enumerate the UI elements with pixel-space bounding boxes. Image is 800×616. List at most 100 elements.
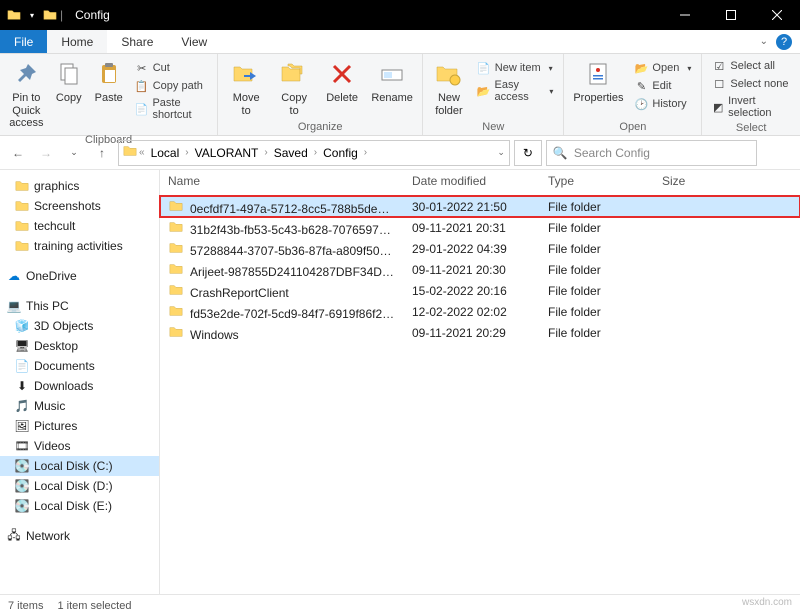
sidebar-item[interactable]: graphics bbox=[0, 176, 159, 196]
breadcrumb[interactable]: VALORANT bbox=[191, 146, 263, 160]
rename-button[interactable]: Rename bbox=[368, 56, 416, 107]
properties-button[interactable]: Properties bbox=[570, 56, 626, 107]
addressbar[interactable]: « Local› VALORANT› Saved› Config› ⌄ bbox=[118, 140, 510, 166]
file-name: 0ecfdf71-497a-5712-8cc5-788b5de9652... bbox=[190, 202, 404, 216]
table-row[interactable]: fd53e2de-702f-5cd9-84f7-6919f86f2ff0-...… bbox=[160, 301, 800, 322]
easy-access-button[interactable]: 📂Easy access▾ bbox=[473, 78, 558, 104]
folder-icon bbox=[14, 198, 30, 214]
tab-file[interactable]: File bbox=[0, 30, 47, 53]
column-name[interactable]: Name bbox=[160, 170, 404, 195]
file-type: File folder bbox=[540, 221, 654, 235]
sidebar-item[interactable]: ⬇Downloads bbox=[0, 376, 159, 396]
sidebar-onedrive[interactable]: ☁OneDrive bbox=[0, 266, 159, 286]
back-button[interactable]: ← bbox=[6, 141, 30, 165]
pin-icon bbox=[10, 58, 42, 90]
dropdown-icon[interactable]: ⌄ bbox=[497, 147, 505, 158]
pictures-icon: 🖼 bbox=[14, 418, 30, 434]
sidebar-item[interactable]: 🧊3D Objects bbox=[0, 316, 159, 336]
select-all-button[interactable]: ☑Select all bbox=[708, 58, 794, 74]
sidebar-item[interactable]: 🎵Music bbox=[0, 396, 159, 416]
copy-path-icon: 📋 bbox=[135, 79, 149, 93]
sidebar-item[interactable]: techcult bbox=[0, 216, 159, 236]
help-icon[interactable]: ? bbox=[776, 34, 792, 50]
breadcrumb[interactable]: Local bbox=[147, 146, 184, 160]
maximize-button[interactable] bbox=[708, 0, 754, 30]
new-item-button[interactable]: 📄New item▾ bbox=[473, 60, 558, 76]
file-date: 09-11-2021 20:29 bbox=[404, 326, 540, 340]
folder-icon bbox=[168, 240, 184, 256]
file-type: File folder bbox=[540, 200, 654, 214]
up-button[interactable]: ↑ bbox=[90, 141, 114, 165]
edit-button[interactable]: ✎Edit bbox=[630, 78, 695, 94]
breadcrumb[interactable]: Config bbox=[319, 146, 362, 160]
table-row[interactable]: Arijeet-987855D241104287DBF34DA6F4...09-… bbox=[160, 259, 800, 280]
invert-selection-button[interactable]: ◩Invert selection bbox=[708, 94, 794, 120]
file-date: 30-01-2022 21:50 bbox=[404, 200, 540, 214]
table-row[interactable]: 57288844-3707-5b36-87fa-a809f50ea9b...29… bbox=[160, 238, 800, 259]
sidebar-network[interactable]: 🖧Network bbox=[0, 526, 159, 546]
column-date[interactable]: Date modified bbox=[404, 170, 540, 195]
new-folder-icon bbox=[433, 58, 465, 90]
close-button[interactable] bbox=[754, 0, 800, 30]
folder-icon bbox=[14, 178, 30, 194]
breadcrumb[interactable]: Saved bbox=[270, 146, 312, 160]
history-button[interactable]: 🕑History bbox=[630, 96, 695, 112]
rename-icon bbox=[376, 58, 408, 90]
delete-button[interactable]: Delete bbox=[320, 56, 364, 107]
status-item-count: 7 items bbox=[8, 600, 43, 612]
copy-to-button[interactable]: Copy to bbox=[272, 56, 316, 119]
history-icon: 🕑 bbox=[634, 97, 648, 111]
recent-locations-button[interactable]: ⌄ bbox=[62, 141, 86, 165]
table-row[interactable]: Windows09-11-2021 20:29File folder bbox=[160, 322, 800, 343]
statusbar: 7 items 1 item selected bbox=[0, 594, 800, 616]
chevron-down-icon[interactable]: ⌄ bbox=[760, 36, 768, 47]
select-none-button[interactable]: ☐Select none bbox=[708, 76, 794, 92]
table-row[interactable]: 31b2f43b-fb53-5c43-b628-7076597dabb...09… bbox=[160, 217, 800, 238]
cut-icon: ✂ bbox=[135, 61, 149, 75]
table-row[interactable]: CrashReportClient15-02-2022 20:16File fo… bbox=[160, 280, 800, 301]
folder-icon bbox=[123, 144, 137, 161]
new-folder-button[interactable]: New folder bbox=[429, 56, 469, 119]
tab-home[interactable]: Home bbox=[47, 30, 107, 53]
file-name: 57288844-3707-5b36-87fa-a809f50ea9b... bbox=[190, 244, 404, 258]
onedrive-icon: ☁ bbox=[6, 268, 22, 284]
sidebar-item[interactable]: training activities bbox=[0, 236, 159, 256]
column-type[interactable]: Type bbox=[540, 170, 654, 195]
tab-view[interactable]: View bbox=[167, 30, 221, 53]
folder-icon bbox=[168, 261, 184, 277]
sidebar-item[interactable]: 🖼Pictures bbox=[0, 416, 159, 436]
pin-to-quick-access-button[interactable]: Pin to Quick access bbox=[6, 56, 47, 132]
sidebar-item[interactable]: 🖥Desktop bbox=[0, 336, 159, 356]
search-input[interactable]: 🔍 Search Config bbox=[546, 140, 757, 166]
column-size[interactable]: Size bbox=[654, 170, 800, 195]
sidebar-item[interactable]: 🎞Videos bbox=[0, 436, 159, 456]
refresh-button[interactable]: ↻ bbox=[514, 140, 542, 166]
cut-button[interactable]: ✂Cut bbox=[131, 60, 211, 76]
sidebar-item[interactable]: 💽Local Disk (E:) bbox=[0, 496, 159, 516]
file-date: 15-02-2022 20:16 bbox=[404, 284, 540, 298]
file-name: CrashReportClient bbox=[190, 286, 289, 300]
pc-icon: 💻 bbox=[6, 298, 22, 314]
table-row[interactable]: 0ecfdf71-497a-5712-8cc5-788b5de9652...30… bbox=[160, 196, 800, 217]
videos-icon: 🎞 bbox=[14, 438, 30, 454]
navbar: ← → ⌄ ↑ « Local› VALORANT› Saved› Config… bbox=[0, 136, 800, 170]
copy-button[interactable]: Copy bbox=[51, 56, 87, 107]
sidebar-item[interactable]: 📄Documents bbox=[0, 356, 159, 376]
tab-share[interactable]: Share bbox=[107, 30, 167, 53]
copy-path-button[interactable]: 📋Copy path bbox=[131, 78, 211, 94]
move-to-button[interactable]: Move to bbox=[224, 56, 268, 119]
sidebar-item[interactable]: Screenshots bbox=[0, 196, 159, 216]
paste-shortcut-button[interactable]: 📄Paste shortcut bbox=[131, 96, 211, 122]
ribbon: Pin to Quick access Copy Paste ✂Cut 📋Cop… bbox=[0, 54, 800, 136]
desktop-icon: 🖥 bbox=[14, 338, 30, 354]
sidebar-item[interactable]: 💽Local Disk (D:) bbox=[0, 476, 159, 496]
minimize-button[interactable] bbox=[662, 0, 708, 30]
open-button[interactable]: 📂Open▾ bbox=[630, 60, 695, 76]
down-icon[interactable]: ▾ bbox=[24, 7, 40, 23]
edit-icon: ✎ bbox=[634, 79, 648, 93]
file-name: fd53e2de-702f-5cd9-84f7-6919f86f2ff0-... bbox=[190, 307, 404, 321]
sidebar-this-pc[interactable]: 💻This PC bbox=[0, 296, 159, 316]
sidebar-item-local-disk-c[interactable]: 💽Local Disk (C:) bbox=[0, 456, 159, 476]
forward-button[interactable]: → bbox=[34, 141, 58, 165]
paste-button[interactable]: Paste bbox=[91, 56, 127, 107]
